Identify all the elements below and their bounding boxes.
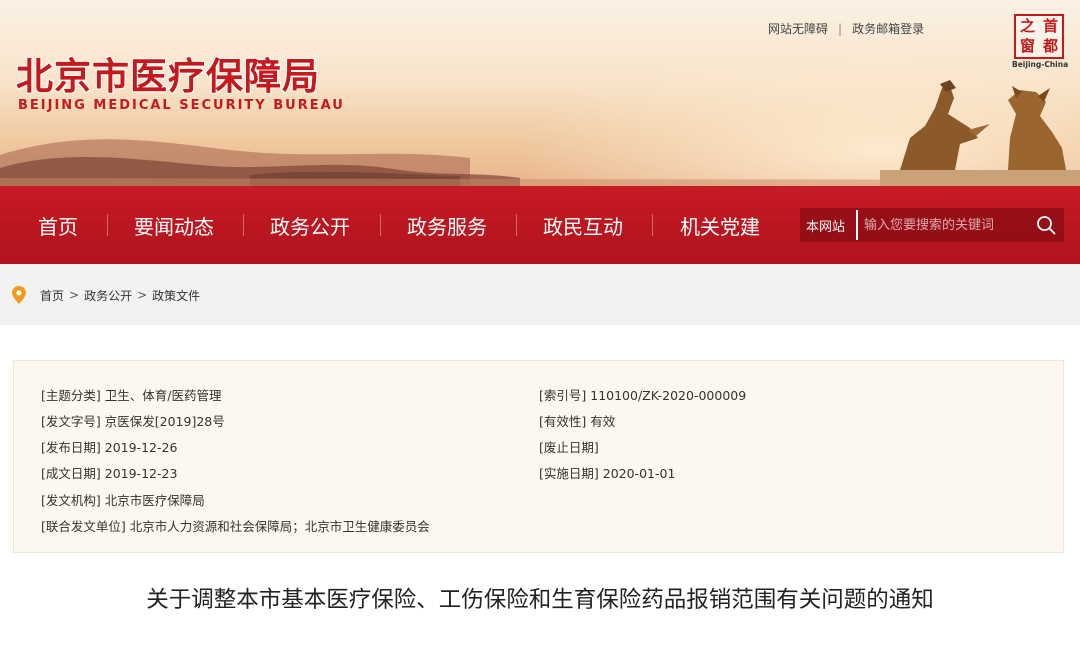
meta-label: [索引号] [539,388,587,403]
site-title: 北京市医疗保障局 [16,55,320,98]
meta-value: 北京市人力资源和社会保障局；北京市卫生健康委员会 [129,519,430,534]
nav-divider [243,214,244,236]
site-subtitle: BEIJING MEDICAL SECURITY BUREAU [18,98,345,113]
meta-index-number: [索引号] 110100/ZK-2020-000009 [539,385,746,404]
meta-label: [主题分类] [41,388,101,403]
meta-effective-date: [实施日期] 2020-01-01 [539,463,675,482]
accessibility-link[interactable]: 网站无障碍 [768,20,828,37]
search-scope[interactable]: 本网站 [800,216,856,235]
bronze-statue-illustration [880,80,1080,186]
breadcrumb-home[interactable]: 首页 [40,287,64,304]
breadcrumb: 首页 > 政务公开 > 政策文件 [12,286,200,304]
seal-label: Beijing-China [1012,60,1069,69]
breadcrumb-policy-docs[interactable]: 政策文件 [152,287,200,304]
meta-label: [实施日期] [539,466,599,481]
mail-login-link[interactable]: 政务邮箱登录 [852,20,924,37]
breadcrumb-separator: > [137,288,148,302]
seal-box: 之 首 窗 都 [1014,14,1064,59]
breadcrumb-gov-affairs[interactable]: 政务公开 [84,287,132,304]
meta-publish-date: [发布日期] 2019-12-26 [41,437,177,456]
meta-label: [发布日期] [41,440,101,455]
meta-label: [发文字号] [41,414,101,429]
document-title: 关于调整本市基本医疗保险、工伤保险和生育保险药品报销范围有关问题的通知 [146,587,934,613]
header-banner: 北京市医疗保障局 BEIJING MEDICAL SECURITY BUREAU… [0,0,1080,186]
search-icon[interactable] [1036,215,1056,235]
meta-issuer: [发文机构] 北京市医疗保障局 [41,490,205,509]
link-separator: | [838,21,843,36]
meta-subject: [主题分类] 卫生、体育/医药管理 [41,385,221,404]
nav-item-interaction[interactable]: 政民互动 [543,186,623,264]
nav-divider [380,214,381,236]
meta-label: [联合发文单位] [41,519,126,534]
document-meta-panel: [主题分类] 卫生、体育/医药管理 [发文字号] 京医保发[2019]28号 [… [13,360,1064,553]
nav-divider [516,214,517,236]
nav-item-gov-affairs[interactable]: 政务公开 [270,186,350,264]
nav-divider [107,214,108,236]
meta-value: 京医保发[2019]28号 [104,414,225,429]
breadcrumb-bar: 首页 > 政务公开 > 政策文件 [0,264,1080,325]
meta-value: 110100/ZK-2020-000009 [590,388,747,403]
nav-item-gov-services[interactable]: 政务服务 [407,186,487,264]
meta-value: 2019-12-26 [104,440,178,455]
meta-written-date: [成文日期] 2019-12-23 [41,463,177,482]
meta-doc-number: [发文字号] 京医保发[2019]28号 [41,411,225,430]
breadcrumb-separator: > [69,288,80,302]
meta-joint-issuers: [联合发文单位] 北京市人力资源和社会保障局；北京市卫生健康委员会 [41,516,430,535]
meta-value: 2019-12-23 [104,466,178,481]
meta-label: [废止日期] [539,440,599,455]
seal-char: 都 [1042,37,1058,56]
meta-value: 卫生、体育/医药管理 [104,388,222,403]
meta-label: [发文机构] [41,493,101,508]
meta-repeal-date: [废止日期] [539,437,599,456]
meta-label: [有效性] [539,414,587,429]
nav-item-party-building[interactable]: 机关党建 [680,186,760,264]
meta-validity: [有效性] 有效 [539,411,615,430]
meta-value: 有效 [590,414,616,429]
search-input[interactable] [856,210,1016,240]
top-links: 网站无障碍 | 政务邮箱登录 [768,20,924,37]
meta-value: 2020-01-01 [602,466,676,481]
capital-window-logo[interactable]: 之 首 窗 都 Beijing-China [1012,14,1069,72]
nav-item-news[interactable]: 要闻动态 [134,186,214,264]
seal-char: 首 [1042,16,1058,35]
location-pin-icon [12,286,26,304]
nav-divider [652,214,653,236]
seal-char: 之 [1019,16,1035,35]
meta-label: [成文日期] [41,466,101,481]
nav-item-home[interactable]: 首页 [38,186,78,264]
meta-value: 北京市医疗保障局 [104,493,205,508]
seal-char: 窗 [1019,37,1035,56]
search-box: 本网站 [800,208,1064,242]
